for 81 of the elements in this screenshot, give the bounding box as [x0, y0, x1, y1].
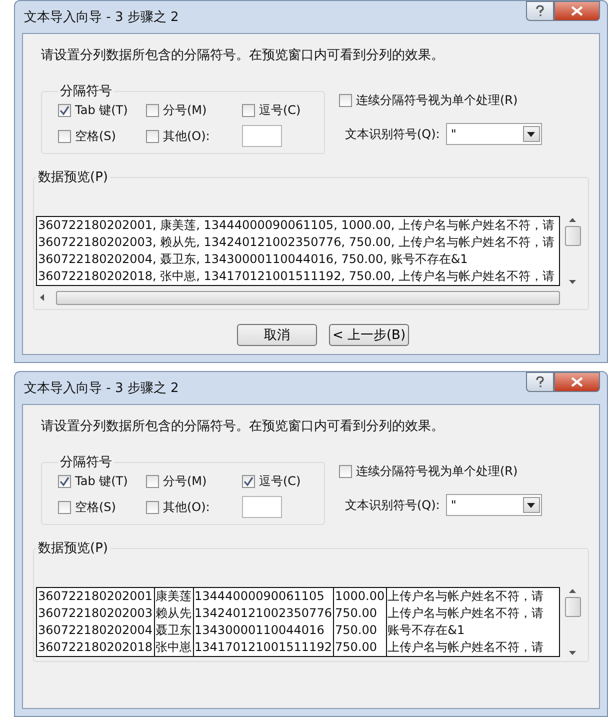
- preview-cell: 上传户名与帐户姓名不符，请: [386, 639, 545, 656]
- checkbox-label: 逗号(C): [259, 473, 301, 490]
- close-icon: [571, 6, 583, 16]
- preview-cell: 张中崽: [154, 639, 194, 656]
- checkbox-label: 连续分隔符号视为单个处理(R): [356, 463, 518, 480]
- checkbox-label: Tab 键(T): [75, 102, 128, 119]
- checkbox-label: 分号(M): [163, 473, 207, 490]
- preview-cell: 134170121001511192: [193, 639, 334, 656]
- checkbox[interactable]: [242, 475, 255, 488]
- checkbox[interactable]: [58, 500, 71, 514]
- preview-line: 360722180202003, 赖从先, 134240121002350776, 750.00, 上传户名与帐户姓名不符，请: [37, 234, 556, 251]
- preview-cell: 360722180202003: [37, 605, 154, 622]
- left-arrow-icon[interactable]: [40, 294, 44, 301]
- down-arrow-icon[interactable]: [569, 280, 576, 284]
- up-arrow-icon[interactable]: [569, 589, 576, 593]
- preview-cell: 360722180202004: [37, 622, 154, 639]
- qualifier-label: 文本识别符号(Q):: [345, 496, 440, 514]
- dropdown-arrow-icon: [527, 502, 536, 508]
- checkbox[interactable]: [58, 130, 71, 142]
- preview-cell: 360722180202018: [37, 639, 154, 656]
- checkbox[interactable]: [339, 465, 352, 478]
- qualifier-label: 文本识别符号(Q):: [345, 126, 440, 142]
- checkbox[interactable]: [146, 130, 159, 142]
- other-input-field[interactable]: [242, 125, 282, 147]
- group-label: 分隔符号: [59, 454, 113, 471]
- window-title: 文本导入向导 - 3 步骤之 2: [23, 9, 179, 26]
- instruction-text: 请设置分列数据所包含的分隔符号。在预览窗口内可看到分列的效果。: [41, 418, 445, 435]
- dialog-button[interactable]: < 上一步(B): [329, 324, 409, 346]
- qualifier-dropdown[interactable]: ": [446, 123, 542, 145]
- checkbox-label: 连续分隔符号视为单个处理(R): [356, 92, 518, 109]
- dialog-button[interactable]: 取消: [237, 324, 317, 346]
- help-icon: [535, 376, 545, 388]
- window-title: 文本导入向导 - 3 步骤之 2: [23, 380, 179, 397]
- other-input-field[interactable]: [242, 496, 282, 518]
- preview-cell: 聂卫东: [154, 622, 194, 639]
- qualifier-dropdown[interactable]: ": [446, 494, 542, 516]
- help-button[interactable]: [526, 1, 554, 21]
- checkbox[interactable]: [242, 104, 255, 117]
- vertical-scrollbar[interactable]: [564, 587, 581, 657]
- preview-cell: 账号不存在&1: [386, 622, 545, 639]
- checkbox-label: 空格(S): [75, 128, 116, 144]
- checkbox-label: 其他(O):: [163, 498, 210, 516]
- close-button[interactable]: [554, 1, 600, 21]
- checkbox[interactable]: [58, 104, 71, 117]
- checkbox[interactable]: [146, 104, 159, 117]
- checkbox-label: 其他(O):: [163, 128, 210, 144]
- preview-cell: 13430000110044016: [193, 622, 334, 639]
- instruction-text: 请设置分列数据所包含的分隔符号。在预览窗口内可看到分列的效果。: [41, 47, 445, 64]
- preview-cell: 康美莲: [154, 588, 194, 605]
- checkbox[interactable]: [58, 475, 71, 488]
- vertical-scrollbar[interactable]: [564, 216, 581, 286]
- preview-line: 360722180202004, 聂卫东, 13430000110044016, 750.00, 账号不存在&1: [37, 251, 469, 268]
- preview-cell: 赖从先: [154, 605, 194, 622]
- preview-cell: 750.00: [333, 605, 386, 622]
- preview-cell: 750.00: [333, 622, 386, 639]
- help-button[interactable]: [526, 372, 554, 392]
- preview-label: 数据预览(P): [37, 169, 109, 186]
- preview-label: 数据预览(P): [37, 540, 109, 557]
- group-label: 分隔符号: [59, 83, 113, 100]
- close-button[interactable]: [554, 372, 600, 392]
- preview-cell: 134240121002350776: [193, 605, 334, 622]
- checkbox-label: 逗号(C): [259, 102, 301, 119]
- checkbox-label: 空格(S): [75, 498, 116, 516]
- down-arrow-icon[interactable]: [569, 651, 576, 655]
- checkbox[interactable]: [339, 94, 352, 107]
- dropdown-arrow-icon: [527, 132, 536, 136]
- close-icon: [571, 377, 583, 387]
- help-icon: [535, 5, 545, 17]
- up-arrow-icon[interactable]: [569, 218, 576, 222]
- checkbox-label: 分号(M): [163, 102, 207, 119]
- checkbox-label: Tab 键(T): [75, 473, 128, 490]
- preview-line: 360722180202018, 张中崽, 134170121001511192, 750.00, 上传户名与帐户姓名不符，请: [37, 268, 556, 285]
- checkbox[interactable]: [146, 475, 159, 488]
- preview-line: 360722180202001, 康美莲, 13444000090061105, 1000.00, 上传户名与帐户姓名不符，请: [37, 217, 556, 234]
- preview-cell: 上传户名与帐户姓名不符，请: [386, 588, 545, 605]
- preview-cell: 上传户名与帐户姓名不符，请: [386, 605, 545, 622]
- preview-cell: 360722180202001: [37, 588, 154, 605]
- preview-cell: 750.00: [333, 639, 386, 656]
- preview-cell: 1000.00: [333, 588, 386, 605]
- preview-cell: 13444000090061105: [193, 588, 334, 605]
- checkbox[interactable]: [146, 500, 159, 514]
